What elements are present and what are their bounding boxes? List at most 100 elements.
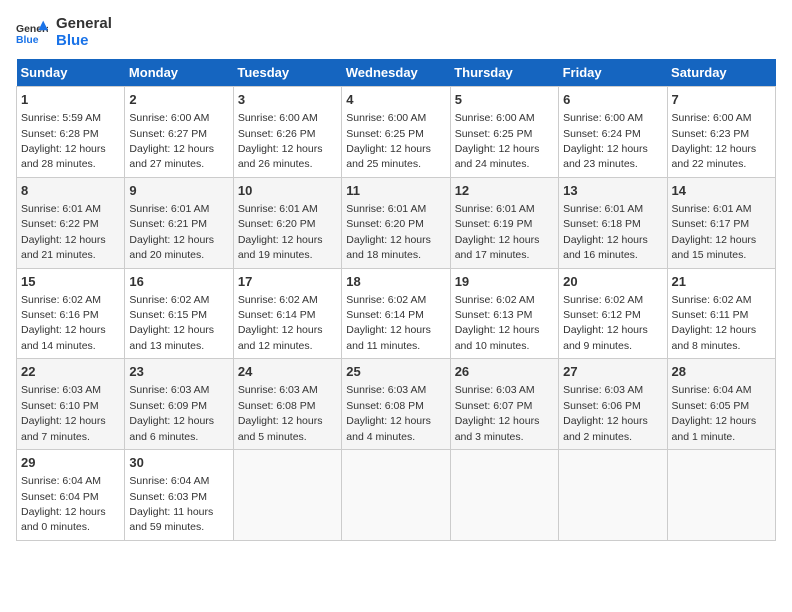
calendar-cell: 9 Sunrise: 6:01 AMSunset: 6:21 PMDaylight… xyxy=(125,177,233,268)
day-number: 16 xyxy=(129,273,228,291)
day-number: 18 xyxy=(346,273,445,291)
week-row-2: 8 Sunrise: 6:01 AMSunset: 6:22 PMDaylight… xyxy=(17,177,776,268)
day-number: 24 xyxy=(238,363,337,381)
calendar-cell: 19 Sunrise: 6:02 AMSunset: 6:13 PMDayligh… xyxy=(450,268,558,359)
cell-content: Sunrise: 5:59 AMSunset: 6:28 PMDaylight:… xyxy=(21,112,106,170)
cell-content: Sunrise: 6:00 AMSunset: 6:25 PMDaylight:… xyxy=(455,112,540,170)
calendar-cell: 15Sunrise: 6:02 AMSunset: 6:16 PMDayligh… xyxy=(17,268,125,359)
day-number: 12 xyxy=(455,182,554,200)
day-number: 9 xyxy=(129,182,228,200)
calendar-cell: 20 Sunrise: 6:02 AMSunset: 6:12 PMDayligh… xyxy=(559,268,667,359)
calendar-cell: 22 Sunrise: 6:03 AMSunset: 6:10 PMDayligh… xyxy=(17,359,125,450)
calendar-cell: 7 Sunrise: 6:00 AMSunset: 6:23 PMDaylight… xyxy=(667,87,775,178)
day-number: 21 xyxy=(672,273,771,291)
calendar-cell xyxy=(667,450,775,541)
day-number: 10 xyxy=(238,182,337,200)
day-number: 7 xyxy=(672,91,771,109)
calendar-table: SundayMondayTuesdayWednesdayThursdayFrid… xyxy=(16,59,776,541)
cell-content: Sunrise: 6:02 AMSunset: 6:14 PMDaylight:… xyxy=(238,294,323,352)
calendar-cell: 4Sunrise: 6:00 AMSunset: 6:25 PMDaylight… xyxy=(342,87,450,178)
calendar-cell xyxy=(450,450,558,541)
day-number: 17 xyxy=(238,273,337,291)
week-row-1: 1Sunrise: 5:59 AMSunset: 6:28 PMDaylight… xyxy=(17,87,776,178)
calendar-cell: 6 Sunrise: 6:00 AMSunset: 6:24 PMDaylight… xyxy=(559,87,667,178)
cell-content: Sunrise: 6:02 AMSunset: 6:14 PMDaylight:… xyxy=(346,294,431,352)
cell-content: Sunrise: 6:03 AMSunset: 6:07 PMDaylight:… xyxy=(455,384,540,442)
calendar-cell: 17 Sunrise: 6:02 AMSunset: 6:14 PMDayligh… xyxy=(233,268,341,359)
day-number: 13 xyxy=(563,182,662,200)
cell-content: Sunrise: 6:03 AMSunset: 6:06 PMDaylight:… xyxy=(563,384,648,442)
day-number: 20 xyxy=(563,273,662,291)
cell-content: Sunrise: 6:01 AMSunset: 6:17 PMDaylight:… xyxy=(672,203,757,261)
col-header-wednesday: Wednesday xyxy=(342,59,450,87)
day-number: 6 xyxy=(563,91,662,109)
calendar-cell: 13 Sunrise: 6:01 AMSunset: 6:18 PMDayligh… xyxy=(559,177,667,268)
day-number: 14 xyxy=(672,182,771,200)
day-number: 22 xyxy=(21,363,120,381)
col-header-saturday: Saturday xyxy=(667,59,775,87)
calendar-cell: 2 Sunrise: 6:00 AMSunset: 6:27 PMDaylight… xyxy=(125,87,233,178)
calendar-cell xyxy=(233,450,341,541)
day-number: 8 xyxy=(21,182,120,200)
cell-content: Sunrise: 6:02 AMSunset: 6:13 PMDaylight:… xyxy=(455,294,540,352)
calendar-cell: 30Sunrise: 6:04 AMSunset: 6:03 PMDayligh… xyxy=(125,450,233,541)
calendar-cell xyxy=(559,450,667,541)
calendar-cell: 26 Sunrise: 6:03 AMSunset: 6:07 PMDayligh… xyxy=(450,359,558,450)
week-row-4: 22 Sunrise: 6:03 AMSunset: 6:10 PMDayligh… xyxy=(17,359,776,450)
calendar-cell: 14 Sunrise: 6:01 AMSunset: 6:17 PMDayligh… xyxy=(667,177,775,268)
col-header-friday: Friday xyxy=(559,59,667,87)
day-number: 26 xyxy=(455,363,554,381)
day-number: 5 xyxy=(455,91,554,109)
cell-content: Sunrise: 6:00 AMSunset: 6:27 PMDaylight:… xyxy=(129,112,214,170)
day-number: 29 xyxy=(21,454,120,472)
cell-content: Sunrise: 6:03 AMSunset: 6:08 PMDaylight:… xyxy=(238,384,323,442)
cell-content: Sunrise: 6:02 AMSunset: 6:12 PMDaylight:… xyxy=(563,294,648,352)
calendar-cell: 25 Sunrise: 6:03 AMSunset: 6:08 PMDayligh… xyxy=(342,359,450,450)
day-number: 11 xyxy=(346,182,445,200)
day-number: 15 xyxy=(21,273,120,291)
col-header-monday: Monday xyxy=(125,59,233,87)
cell-content: Sunrise: 6:01 AMSunset: 6:22 PMDaylight:… xyxy=(21,203,106,261)
calendar-cell: 8 Sunrise: 6:01 AMSunset: 6:22 PMDaylight… xyxy=(17,177,125,268)
calendar-cell: 10 Sunrise: 6:01 AMSunset: 6:20 PMDayligh… xyxy=(233,177,341,268)
col-header-tuesday: Tuesday xyxy=(233,59,341,87)
cell-content: Sunrise: 6:01 AMSunset: 6:20 PMDaylight:… xyxy=(238,203,323,261)
calendar-cell: 28Sunrise: 6:04 AMSunset: 6:05 PMDayligh… xyxy=(667,359,775,450)
logo-line2: Blue xyxy=(56,33,112,50)
day-number: 23 xyxy=(129,363,228,381)
header-row: SundayMondayTuesdayWednesdayThursdayFrid… xyxy=(17,59,776,87)
day-number: 25 xyxy=(346,363,445,381)
cell-content: Sunrise: 6:04 AMSunset: 6:03 PMDaylight:… xyxy=(129,475,213,533)
cell-content: Sunrise: 6:03 AMSunset: 6:10 PMDaylight:… xyxy=(21,384,106,442)
cell-content: Sunrise: 6:01 AMSunset: 6:21 PMDaylight:… xyxy=(129,203,214,261)
calendar-cell: 12Sunrise: 6:01 AMSunset: 6:19 PMDayligh… xyxy=(450,177,558,268)
cell-content: Sunrise: 6:03 AMSunset: 6:08 PMDaylight:… xyxy=(346,384,431,442)
cell-content: Sunrise: 6:00 AMSunset: 6:24 PMDaylight:… xyxy=(563,112,648,170)
cell-content: Sunrise: 6:03 AMSunset: 6:09 PMDaylight:… xyxy=(129,384,214,442)
col-header-thursday: Thursday xyxy=(450,59,558,87)
cell-content: Sunrise: 6:02 AMSunset: 6:15 PMDaylight:… xyxy=(129,294,214,352)
logo-line1: General xyxy=(56,16,112,33)
day-number: 2 xyxy=(129,91,228,109)
calendar-cell: 24 Sunrise: 6:03 AMSunset: 6:08 PMDayligh… xyxy=(233,359,341,450)
calendar-cell: 23 Sunrise: 6:03 AMSunset: 6:09 PMDayligh… xyxy=(125,359,233,450)
day-number: 3 xyxy=(238,91,337,109)
col-header-sunday: Sunday xyxy=(17,59,125,87)
calendar-cell: 18 Sunrise: 6:02 AMSunset: 6:14 PMDayligh… xyxy=(342,268,450,359)
logo: General Blue General Blue xyxy=(16,16,112,49)
day-number: 28 xyxy=(672,363,771,381)
calendar-cell: 27 Sunrise: 6:03 AMSunset: 6:06 PMDayligh… xyxy=(559,359,667,450)
cell-content: Sunrise: 6:00 AMSunset: 6:26 PMDaylight:… xyxy=(238,112,323,170)
calendar-cell: 11 Sunrise: 6:01 AMSunset: 6:20 PMDayligh… xyxy=(342,177,450,268)
cell-content: Sunrise: 6:01 AMSunset: 6:18 PMDaylight:… xyxy=(563,203,648,261)
calendar-cell: 16 Sunrise: 6:02 AMSunset: 6:15 PMDayligh… xyxy=(125,268,233,359)
day-number: 19 xyxy=(455,273,554,291)
cell-content: Sunrise: 6:01 AMSunset: 6:20 PMDaylight:… xyxy=(346,203,431,261)
calendar-cell: 1Sunrise: 5:59 AMSunset: 6:28 PMDaylight… xyxy=(17,87,125,178)
cell-content: Sunrise: 6:00 AMSunset: 6:23 PMDaylight:… xyxy=(672,112,757,170)
week-row-3: 15Sunrise: 6:02 AMSunset: 6:16 PMDayligh… xyxy=(17,268,776,359)
day-number: 27 xyxy=(563,363,662,381)
day-number: 4 xyxy=(346,91,445,109)
calendar-cell: 3 Sunrise: 6:00 AMSunset: 6:26 PMDaylight… xyxy=(233,87,341,178)
calendar-cell: 29Sunrise: 6:04 AMSunset: 6:04 PMDayligh… xyxy=(17,450,125,541)
